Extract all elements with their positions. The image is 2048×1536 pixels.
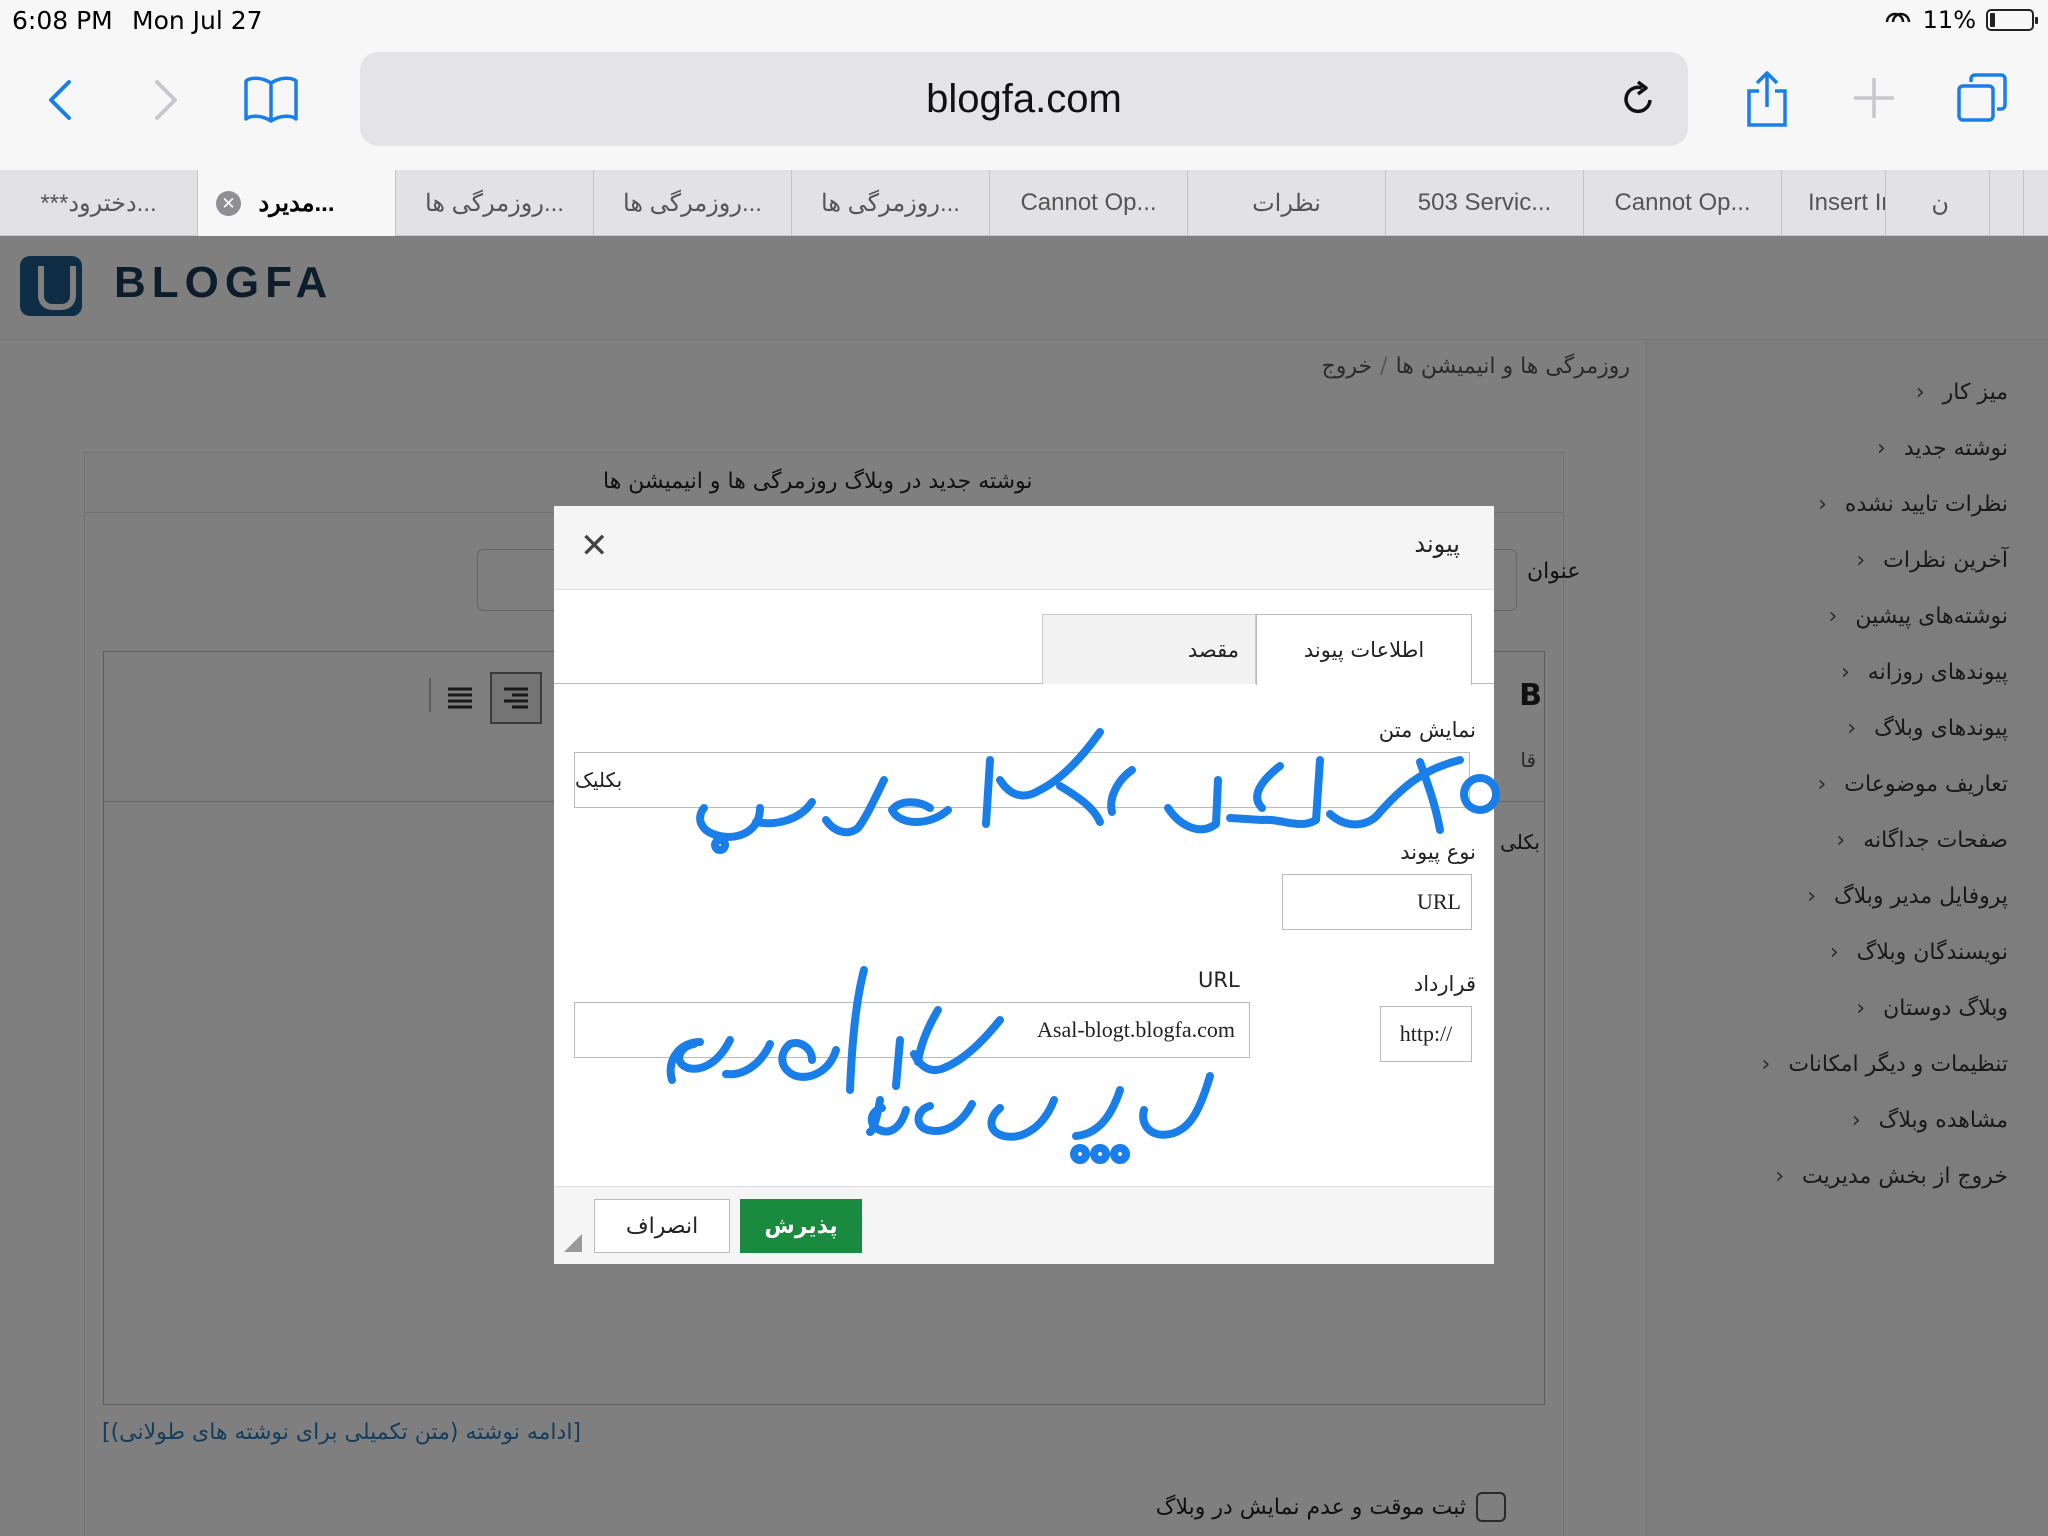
address-url: blogfa.com — [926, 76, 1122, 121]
dialog-tabs: اطلاعات پیوند مقصد — [554, 590, 1494, 685]
tab-item[interactable] — [1990, 170, 2024, 236]
tab-title: نظرات — [1252, 189, 1321, 217]
url-label: URL — [1198, 968, 1240, 992]
close-tab-icon[interactable]: ✕ — [216, 191, 241, 216]
new-tab-icon[interactable] — [1848, 70, 1900, 126]
tab-item-active[interactable]: ✕ مدیرد... — [198, 170, 396, 236]
tab-item[interactable]: ن — [1886, 170, 1990, 236]
tab-strip: ***دخترود... ✕ مدیرد... روزمرگی ها... رو… — [0, 170, 2048, 236]
resize-handle-icon[interactable] — [564, 1234, 582, 1252]
display-text-input[interactable]: بکلیک — [574, 752, 1470, 808]
status-bar: 6:08 PM Mon Jul 27 11% — [0, 0, 2048, 42]
tab-item[interactable]: 503 Servic... — [1386, 170, 1584, 236]
tab-title: ***دخترود... — [40, 189, 157, 217]
tab-title: Cannot Op... — [1020, 189, 1157, 216]
tab-item[interactable]: روزمرگی ها... — [792, 170, 990, 236]
link-type-select[interactable]: URL — [1282, 874, 1472, 930]
dialog-header: پیوند ✕ — [554, 506, 1494, 590]
tab-title: روزمرگی ها... — [821, 189, 960, 217]
bookmarks-icon[interactable] — [238, 68, 304, 132]
tab-item[interactable]: روزمرگی ها... — [594, 170, 792, 236]
tab-title: Insert Im — [1808, 189, 1885, 216]
tab-title: روزمرگی ها... — [623, 189, 762, 217]
back-icon[interactable] — [36, 72, 84, 128]
tab-item[interactable]: Cannot Op... — [990, 170, 1188, 236]
status-date: Mon Jul 27 — [132, 6, 263, 35]
protocol-label: قرارداد — [1413, 972, 1476, 996]
tab-item[interactable]: روزمرگی ها... — [396, 170, 594, 236]
dialog-footer: انصراف پذیرش — [554, 1186, 1494, 1264]
tab-title: ن — [1931, 189, 1949, 217]
tab-item[interactable]: ***دخترود... — [0, 170, 198, 236]
tab-title: روزمرگی ها... — [425, 189, 564, 217]
protocol-select[interactable]: http:// — [1380, 1006, 1472, 1062]
tab-title: 503 Servic... — [1417, 189, 1552, 216]
battery-icon — [1986, 9, 2038, 31]
address-bar[interactable]: blogfa.com — [360, 52, 1688, 146]
dialog-title: پیوند — [1414, 530, 1460, 558]
browser-toolbar: blogfa.com — [0, 42, 2048, 170]
link-type-label: نوع پیوند — [1400, 840, 1476, 864]
link-dialog: پیوند ✕ اطلاعات پیوند مقصد نمایش متن بکل… — [554, 506, 1494, 1264]
cancel-button[interactable]: انصراف — [594, 1199, 730, 1253]
display-text-label: نمایش متن — [1378, 718, 1476, 742]
tab-target[interactable]: مقصد — [1042, 614, 1256, 684]
screen-mirroring-icon — [1885, 12, 1910, 23]
tab-title: Cannot Op... — [1614, 189, 1751, 216]
reload-icon[interactable] — [1620, 80, 1656, 122]
battery-percent: 11% — [1922, 6, 1976, 34]
ok-button[interactable]: پذیرش — [740, 1199, 862, 1253]
tabs-overview-icon[interactable] — [1954, 68, 2010, 128]
url-input[interactable]: Asal-blogt.blogfa.com — [574, 1002, 1250, 1058]
forward-icon[interactable] — [142, 72, 190, 128]
close-icon[interactable]: ✕ — [580, 526, 609, 566]
share-icon[interactable] — [1742, 64, 1792, 134]
tab-item[interactable]: نظرات — [1188, 170, 1386, 236]
status-indicators: 11% — [1883, 6, 2038, 34]
tab-item[interactable]: Cannot Op... — [1584, 170, 1782, 236]
tab-title: مدیرد... — [258, 189, 335, 217]
tab-link-info[interactable]: اطلاعات پیوند — [1256, 614, 1472, 685]
tab-item[interactable]: Insert Im — [1782, 170, 1886, 236]
status-time: 6:08 PM — [12, 6, 113, 35]
